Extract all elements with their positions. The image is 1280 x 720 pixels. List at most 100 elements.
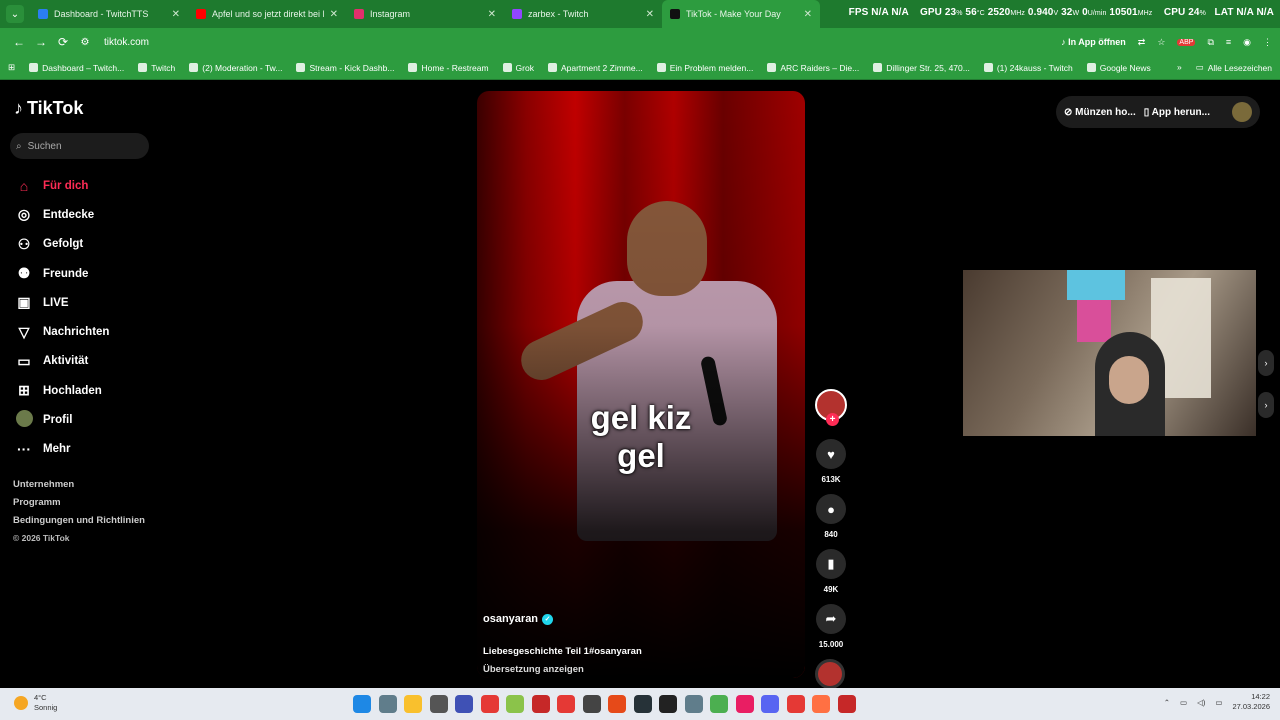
browser-tab[interactable]: zarbex - Twitch ✕	[504, 0, 662, 28]
bookmarks-more-button[interactable]: »	[1177, 62, 1182, 73]
tab-close-icon[interactable]: ✕	[330, 9, 338, 20]
bookmark-item[interactable]: Google News	[1086, 63, 1151, 73]
battery-icon[interactable]: ▭	[1215, 698, 1222, 707]
all-bookmarks-button[interactable]: ▭ Alle Lesezeichen	[1196, 62, 1272, 73]
footer-link-program[interactable]: Programm	[13, 497, 145, 515]
url-field[interactable]: tiktok.com	[104, 37, 149, 48]
open-in-app-button[interactable]: ♪ In App öffnen	[1061, 37, 1126, 47]
share-icon[interactable]: ➦	[816, 604, 846, 634]
bookmark-item[interactable]: Dillinger Str. 25, 470...	[873, 63, 970, 73]
reading-list-icon[interactable]: ≡	[1226, 37, 1231, 47]
video-author[interactable]: osanyaran ✓	[483, 613, 554, 625]
taskbar-app-icon[interactable]	[480, 695, 499, 713]
taskbar-app-icon[interactable]	[735, 695, 754, 713]
weather-widget[interactable]: 4°C Sonnig	[14, 693, 57, 713]
bookmark-item[interactable]: Apartment 2 Zimme...	[547, 63, 643, 73]
bookmark-item[interactable]: Home - Restream	[408, 63, 489, 73]
reload-button[interactable]: ⟳	[52, 35, 74, 49]
taskbar-app-icon[interactable]	[837, 695, 856, 713]
get-coins-button[interactable]: ⊘ Münzen ho...	[1064, 107, 1136, 118]
taskbar-app-icon[interactable]	[582, 695, 601, 713]
creator-avatar[interactable]: +	[815, 389, 847, 426]
taskbar-app-icon[interactable]	[761, 695, 779, 713]
bookmark-item[interactable]: ARC Raiders – Die...	[767, 63, 859, 73]
network-icon[interactable]: ▭	[1180, 698, 1187, 707]
taskbar-app-icon[interactable]	[404, 695, 422, 713]
heart-icon[interactable]: ♥	[816, 439, 846, 469]
taskbar-app-icon[interactable]	[633, 695, 652, 713]
tiktok-logo[interactable]: ♪ TikTok	[14, 98, 83, 119]
music-disc-icon[interactable]	[815, 659, 845, 689]
sidebar-item-follow[interactable]: ⚇ Gefolgt	[15, 230, 109, 259]
browser-tab[interactable]: TikTok - Make Your Day ✕	[662, 0, 820, 28]
taskbar-app-icon[interactable]	[557, 695, 575, 713]
back-button[interactable]: ←	[8, 35, 30, 49]
sidebar-item-more[interactable]: ··· Mehr	[15, 435, 109, 464]
bookmark-item[interactable]: Grok	[502, 63, 534, 73]
follow-plus-icon[interactable]: +	[826, 413, 839, 426]
video-description[interactable]: Liebesgeschichte Teil 1#osanyaran	[483, 646, 642, 657]
tray-chevron-icon[interactable]: ⌃	[1164, 698, 1170, 707]
bookmark-star-icon[interactable]: ☆	[1157, 37, 1165, 48]
tab-search-button[interactable]: ⌄	[6, 5, 24, 23]
taskbar-app-icon[interactable]	[378, 695, 397, 713]
translate-icon[interactable]: ⇄	[1138, 37, 1146, 48]
clock[interactable]: 14:22 27.03.2026	[1232, 692, 1270, 712]
previous-video-button[interactable]: ›	[1258, 350, 1274, 376]
sidebar-item-friends[interactable]: ⚉ Freunde	[15, 259, 109, 288]
browser-tab[interactable]: Dashboard - TwitchTTS ✕	[30, 0, 188, 28]
browser-tab[interactable]: Apfel und so jetzt direkt bei Du ✕	[188, 0, 346, 28]
taskbar-app-icon[interactable]	[786, 695, 805, 713]
sidebar-item-upload[interactable]: ⊞ Hochladen	[15, 376, 109, 405]
site-info-icon[interactable]: ⚙	[74, 37, 96, 48]
sidebar-item-messages[interactable]: ▽ Nachrichten	[15, 317, 110, 346]
sidebar-item-activity[interactable]: ▭ Aktivität	[15, 347, 109, 376]
bookmark-item[interactable]: Twitch	[138, 63, 175, 73]
bookmark-item[interactable]: Stream - Kick Dashb...	[296, 63, 394, 73]
taskbar-app-icon[interactable]	[506, 695, 524, 713]
show-translation-link[interactable]: Übersetzung anzeigen	[483, 664, 584, 675]
next-video-button[interactable]: ›	[1258, 392, 1274, 418]
footer-link-terms[interactable]: Bedingungen und Richtlinien	[13, 515, 145, 533]
browser-tab[interactable]: Instagram ✕	[346, 0, 504, 28]
video-player[interactable]: gel kiz gel osanyaran ✓ Liebesgeschichte…	[477, 91, 805, 678]
taskbar-app-icon[interactable]	[812, 695, 830, 713]
sidebar-item-profile[interactable]: Profil	[15, 405, 109, 434]
taskbar-app-icon[interactable]	[455, 695, 473, 713]
windows-start-icon[interactable]	[353, 695, 371, 713]
profile-icon[interactable]: ◉	[1243, 37, 1251, 48]
bookmark-label: Dashboard – Twitch...	[42, 62, 125, 73]
extension-icon[interactable]: ABP	[1177, 38, 1196, 46]
bookmark-item[interactable]: (2) Moderation - Tw...	[189, 63, 282, 73]
more-icon: ···	[17, 441, 31, 458]
volume-icon[interactable]: ◁)	[1197, 698, 1205, 707]
taskbar-app-icon[interactable]	[710, 695, 728, 713]
taskbar-app-icon[interactable]	[531, 695, 550, 713]
sidebar-item-compass[interactable]: ◎ Entdecke	[15, 200, 109, 229]
taskbar-app-icon[interactable]	[608, 695, 626, 713]
footer-link-company[interactable]: Unternehmen	[13, 479, 145, 497]
sidebar-item-live[interactable]: ▣ LIVE	[15, 288, 109, 317]
user-avatar[interactable]	[1232, 102, 1252, 122]
bookmark-item[interactable]: (1) 24kauss - Twitch	[983, 63, 1073, 73]
forward-button[interactable]: →	[30, 35, 52, 49]
bookmark-icon[interactable]: ▮	[816, 549, 846, 579]
bookmark-item[interactable]: Ein Problem melden...	[656, 63, 753, 73]
comment-icon[interactable]: ●	[816, 494, 846, 524]
search-input[interactable]: ⌕ Suchen	[10, 133, 149, 159]
taskbar-app-icon[interactable]	[684, 695, 703, 713]
tab-close-icon[interactable]: ✕	[488, 9, 496, 20]
taskbar-app-icon[interactable]	[659, 695, 677, 713]
tab-close-icon[interactable]: ✕	[646, 9, 654, 20]
bookmark-label: Dillinger Str. 25, 470...	[886, 62, 970, 73]
download-app-button[interactable]: ▯ App herun...	[1144, 107, 1210, 118]
browser-menu-icon[interactable]: ⋮	[1263, 37, 1272, 48]
apps-grid-icon[interactable]: ⊞	[8, 62, 15, 73]
taskbar-app-icon[interactable]	[429, 695, 448, 713]
extensions-puzzle-icon[interactable]: ⧉	[1207, 37, 1213, 48]
bookmark-favicon-icon	[1086, 63, 1096, 72]
tab-close-icon[interactable]: ✕	[172, 9, 180, 20]
sidebar-item-home[interactable]: ⌂ Für dich	[15, 171, 109, 200]
bookmark-item[interactable]: Dashboard – Twitch...	[29, 63, 124, 73]
tab-close-icon[interactable]: ✕	[804, 9, 812, 20]
